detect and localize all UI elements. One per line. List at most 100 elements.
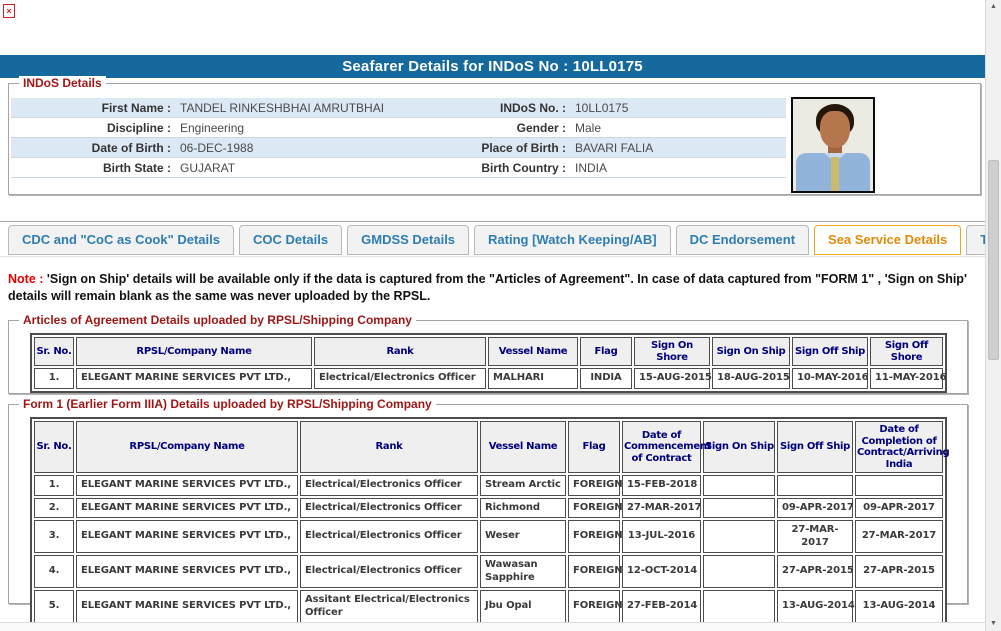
note-body: 'Sign on Ship' details will be available… [8, 272, 967, 303]
cell-completion-date: 27-APR-2015 [855, 555, 943, 588]
cell-sr-no: 1. [34, 475, 74, 496]
seafarer-details-page: × Seafarer Details for INDoS No : 10LL01… [0, 0, 1001, 631]
cell-completion-date: 27-MAR-2017 [855, 520, 943, 553]
cell-sign-off-ship: 27-MAR-2017 [777, 520, 853, 553]
table-header-row: Sr. No. RPSL/Company Name Rank Vessel Na… [34, 337, 943, 366]
note-text: Note : 'Sign on Ship' details will be av… [8, 271, 980, 305]
cell-rank: Electrical/Electronics Officer [314, 368, 486, 389]
cell-flag: FOREIGN [568, 475, 623, 496]
cell-commencement-date: 27-FEB-2014 [622, 590, 701, 623]
seafarer-photo [791, 97, 875, 193]
col-header-vessel: Vessel Name [488, 337, 578, 366]
photo-tie [831, 157, 839, 191]
form1-table: Sr. No. RPSL/Company Name Rank Vessel Na… [30, 417, 950, 627]
field-label: Discipline : [106, 120, 171, 135]
field-value: BAVARI FALIA [575, 140, 654, 155]
scroll-down-icon[interactable]: ▼ [986, 617, 1001, 631]
wrapped-date: 27-MAR-2017 [791, 524, 839, 548]
field-value: INDIA [575, 160, 608, 175]
tab-coc-details[interactable]: COC Details [238, 225, 343, 255]
detail-row: First Name : TANDEL RINKESHBHAI AMRUTBHA… [11, 98, 786, 118]
detail-row: Date of Birth : 06-DEC-1988 Place of Bir… [11, 138, 786, 158]
col-header-sign-on-ship: Sign On Ship [712, 337, 790, 366]
table-header-row: Sr. No. RPSL/Company Name Rank Vessel Na… [34, 421, 950, 473]
detail-row: Discipline : Engineering Gender : Male [11, 118, 786, 138]
field-value: GUJARAT [180, 160, 236, 175]
col-header-company: RPSL/Company Name [76, 421, 298, 473]
cell-flag: FOREIGN [568, 590, 623, 623]
tab-cdc-coc-as-cook[interactable]: CDC and "CoC as Cook" Details [8, 225, 234, 255]
cell-vessel: Jbu Opal [480, 590, 566, 623]
cell-sign-off-ship [777, 475, 853, 496]
form1-fieldset: Form 1 (Earlier Form IIIA) Details uploa… [8, 397, 968, 627]
cell-sign-off-shore: 11-MAY-2016 [870, 368, 947, 389]
col-header-flag: Flag [580, 337, 632, 366]
cell-commencement-date: 13-JUL-2016 [622, 520, 701, 553]
cell-sr-no: 5. [34, 590, 74, 623]
scrollbar-thumb[interactable] [988, 160, 999, 360]
horizontal-scrollbar[interactable] [0, 622, 985, 631]
cell-sign-on-ship: 18-AUG-2015 [712, 368, 790, 389]
cell-company: ELEGANT MARINE SERVICES PVT LTD., [76, 475, 298, 496]
photo-face [820, 111, 850, 148]
tab-dc-endorsement[interactable]: DC Endorsement [675, 225, 810, 255]
cell-sr-no: 1. [34, 368, 74, 389]
cell-company: ELEGANT MARINE SERVICES PVT LTD., [76, 520, 298, 553]
cell-sr-no: 2. [34, 497, 74, 518]
indos-detail-rows: First Name : TANDEL RINKESHBHAI AMRUTBHA… [11, 98, 786, 178]
cell-sign-off-ship: 13-AUG-2014 [777, 590, 855, 623]
cell-vessel: Weser [480, 520, 566, 553]
vertical-scrollbar[interactable]: ▲ ▼ [985, 0, 1001, 631]
col-header-company: RPSL/Company Name [76, 337, 312, 366]
cell-sign-on-ship [703, 497, 775, 518]
cell-flag: FOREIGN [568, 555, 623, 588]
cell-flag: FOREIGN [568, 520, 623, 553]
cell-commencement-date: 15-FEB-2018 [622, 475, 701, 496]
scroll-up-icon[interactable]: ▲ [986, 0, 1001, 14]
tab-gmdss-details[interactable]: GMDSS Details [347, 225, 470, 255]
note-prefix: Note : [8, 272, 44, 286]
cell-completion-date: 09-APR-2017 [855, 497, 943, 518]
cell-flag: FOREIGN [568, 497, 623, 518]
cell-company: ELEGANT MARINE SERVICES PVT LTD., [76, 555, 298, 588]
col-header-rank: Rank [300, 421, 478, 473]
col-header-sr-no: Sr. No. [34, 421, 74, 473]
field-label: Date of Birth : [91, 140, 171, 155]
cell-company: ELEGANT MARINE SERVICES PVT LTD., [76, 497, 298, 518]
cell-vessel: Richmond [480, 497, 566, 518]
table-row: 1. ELEGANT MARINE SERVICES PVT LTD., Ele… [34, 475, 943, 496]
broken-image-icon: × [3, 4, 15, 18]
tab-rating-watch-keeping[interactable]: Rating [Watch Keeping/AB] [474, 225, 671, 255]
form1-legend: Form 1 (Earlier Form IIIA) Details uploa… [19, 397, 436, 411]
agreement-fieldset: Articles of Agreement Details uploaded b… [8, 313, 968, 394]
field-label: First Name : [101, 100, 171, 115]
cell-sign-on-ship [703, 590, 775, 623]
table-row: 5. ELEGANT MARINE SERVICES PVT LTD., Ass… [34, 590, 943, 623]
cell-sr-no: 3. [34, 520, 74, 553]
col-header-sign-off-ship: Sign Off Ship [792, 337, 868, 366]
cell-completion-date: 13-AUG-2014 [855, 590, 943, 623]
agreement-table: Sr. No. RPSL/Company Name Rank Vessel Na… [30, 333, 947, 393]
page-title: Seafarer Details for INDoS No : 10LL0175 [0, 55, 985, 78]
cell-sr-no: 4. [34, 555, 74, 588]
cell-rank: Electrical/Electronics Officer [300, 475, 478, 496]
tab-sea-service-details[interactable]: Sea Service Details [814, 225, 962, 255]
table-row: 3. ELEGANT MARINE SERVICES PVT LTD., Ele… [34, 520, 943, 553]
field-value: 06-DEC-1988 [180, 140, 254, 155]
field-label: INDoS No. : [500, 100, 566, 115]
table-row: 1. ELEGANT MARINE SERVICES PVT LTD., Ele… [34, 368, 947, 389]
indos-details-legend: INDoS Details [19, 76, 106, 90]
field-label: Birth State : [102, 160, 171, 175]
table-row: 4. ELEGANT MARINE SERVICES PVT LTD., Ele… [34, 555, 943, 588]
cell-rank: Electrical/Electronics Officer [300, 497, 478, 518]
col-header-vessel: Vessel Name [480, 421, 566, 473]
table-row: 2. ELEGANT MARINE SERVICES PVT LTD., Ele… [34, 497, 943, 518]
agreement-legend: Articles of Agreement Details uploaded b… [19, 313, 416, 327]
cell-sign-off-ship: 27-APR-2015 [777, 555, 854, 588]
field-label: Gender : [516, 120, 566, 135]
cell-vessel: MALHARI [488, 368, 578, 389]
field-value: Male [575, 120, 602, 135]
col-header-sign-on-shore: Sign On Shore [634, 337, 710, 366]
cell-flag: INDIA [580, 368, 632, 389]
cell-sign-on-ship [703, 555, 775, 588]
